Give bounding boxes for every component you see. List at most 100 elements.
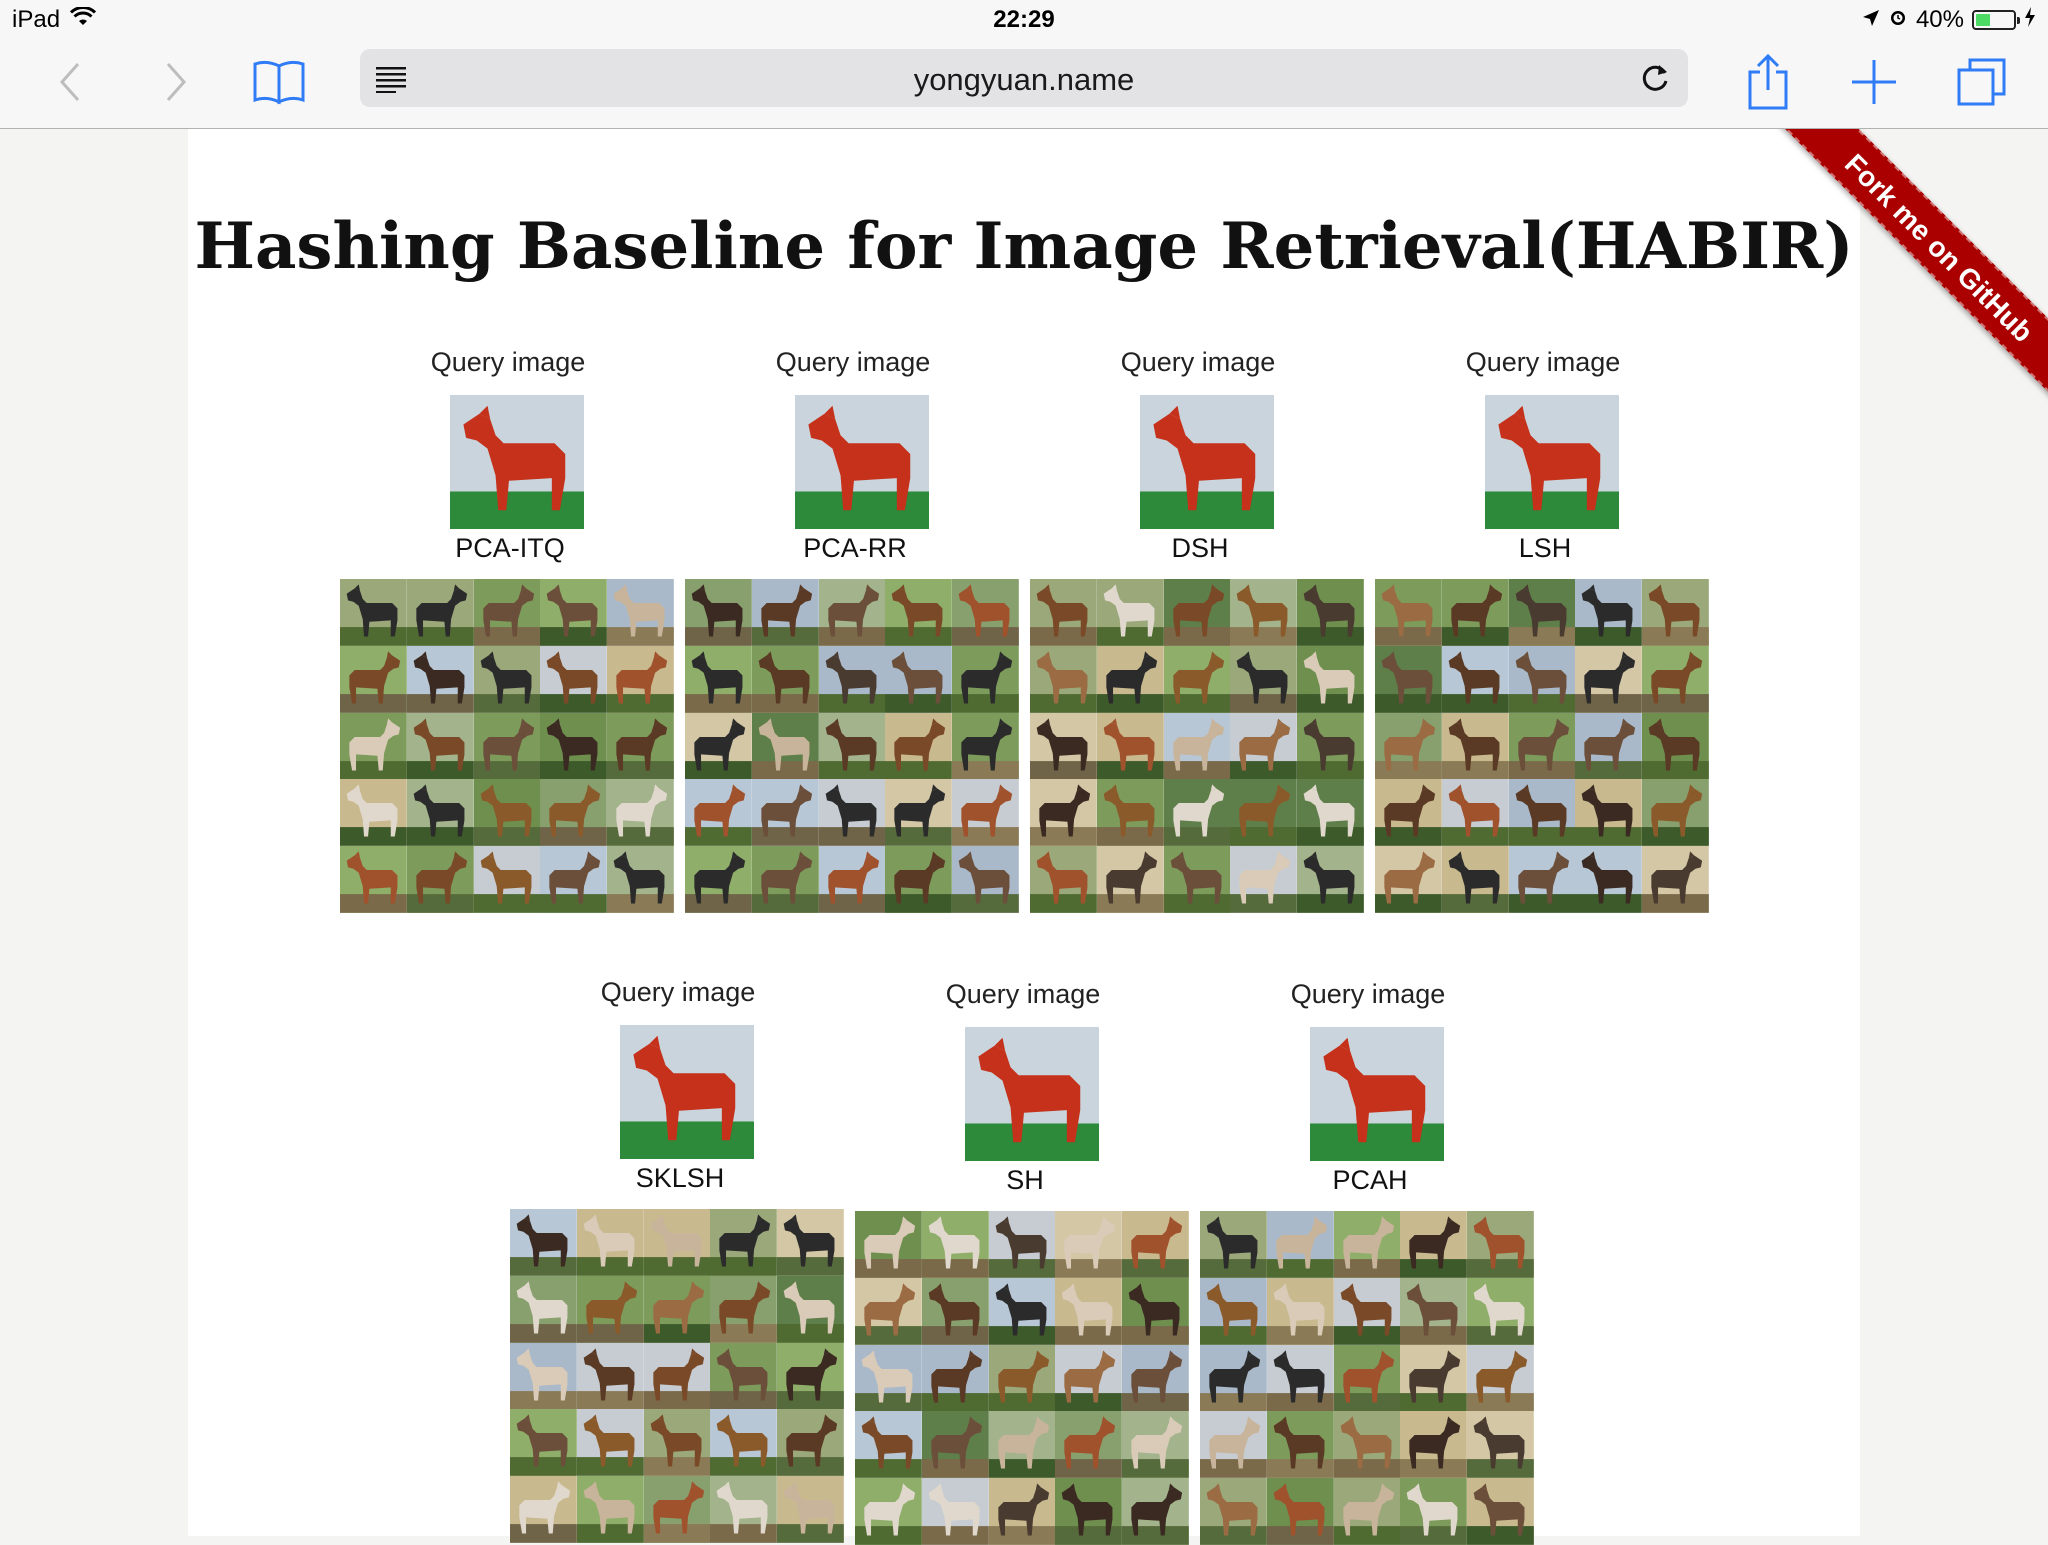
retrieval-grid: [685, 579, 1019, 913]
result-thumbnail: [751, 779, 819, 847]
chevron-right-icon: [166, 63, 187, 101]
forward-button[interactable]: [140, 50, 210, 114]
tabs-button[interactable]: [1947, 50, 2017, 114]
result-panel-dsh: Query image DSH: [1030, 347, 1366, 917]
result-thumbnail: [643, 1275, 711, 1343]
result-thumbnail: [576, 1409, 644, 1477]
result-thumbnail: [751, 579, 819, 646]
result-thumbnail: [1297, 779, 1364, 847]
result-thumbnail: [1400, 1344, 1468, 1412]
result-thumbnail: [751, 645, 819, 713]
result-thumbnail: [1508, 712, 1576, 780]
query-label: Query image: [775, 347, 931, 377]
result-thumbnail: [1575, 846, 1643, 913]
result-thumbnail: [751, 712, 819, 780]
result-thumbnail: [855, 1411, 922, 1479]
result-thumbnail: [406, 846, 474, 913]
result-thumbnail: [1333, 1277, 1401, 1345]
result-thumbnail: [1055, 1478, 1123, 1545]
reload-icon[interactable]: [1638, 61, 1672, 95]
result-thumbnail: [607, 712, 674, 780]
result-panel-pcah: Query image PCAH: [1200, 979, 1536, 1545]
result-thumbnail: [643, 1342, 711, 1410]
result-thumbnail: [921, 1344, 989, 1412]
result-thumbnail: [1375, 712, 1442, 780]
result-thumbnail: [1200, 1277, 1267, 1345]
result-thumbnail: [1266, 1411, 1334, 1479]
result-thumbnail: [540, 579, 608, 646]
result-thumbnail: [818, 712, 886, 780]
result-thumbnail: [406, 579, 474, 646]
battery-icon: [1972, 10, 2020, 30]
result-thumbnail: [1122, 1211, 1189, 1278]
result-thumbnail: [576, 1209, 644, 1276]
result-thumbnail: [710, 1409, 778, 1477]
result-thumbnail: [921, 1411, 989, 1479]
share-button[interactable]: [1733, 50, 1803, 114]
result-thumbnail: [1200, 1344, 1267, 1412]
new-tab-button[interactable]: [1839, 50, 1909, 114]
result-thumbnail: [1096, 779, 1164, 847]
result-thumbnail: [1122, 1277, 1189, 1345]
browser-toolbar: yongyuan.name: [0, 40, 2048, 129]
query-horse-image: [620, 1025, 754, 1159]
result-thumbnail: [1508, 779, 1576, 847]
result-thumbnail: [1467, 1478, 1534, 1545]
result-thumbnail: [1467, 1211, 1534, 1278]
result-thumbnail: [685, 779, 752, 847]
chevron-left-icon: [59, 63, 80, 101]
result-thumbnail: [1055, 1277, 1123, 1345]
result-thumbnail: [1400, 1478, 1468, 1545]
result-thumbnail: [855, 1277, 922, 1345]
status-bar: iPad 22:29 40%: [0, 0, 2048, 40]
result-thumbnail: [1575, 712, 1643, 780]
result-thumbnail: [1030, 579, 1097, 646]
result-thumbnail: [885, 645, 953, 713]
method-label: PCA-RR: [803, 533, 907, 563]
result-thumbnail: [818, 846, 886, 913]
result-thumbnail: [406, 779, 474, 847]
bookmarks-button[interactable]: [244, 50, 314, 114]
result-thumbnail: [510, 1409, 577, 1477]
retrieval-grid: [1200, 1211, 1534, 1545]
result-thumbnail: [818, 645, 886, 713]
result-thumbnail: [607, 645, 674, 713]
result-thumbnail: [1297, 846, 1364, 913]
result-thumbnail: [340, 846, 407, 913]
result-thumbnail: [988, 1411, 1056, 1479]
result-thumbnail: [1400, 1411, 1468, 1479]
result-thumbnail: [885, 846, 953, 913]
retrieval-grid: [855, 1211, 1189, 1545]
result-thumbnail: [1333, 1478, 1401, 1545]
result-thumbnail: [473, 712, 541, 780]
result-thumbnail: [576, 1342, 644, 1410]
result-thumbnail: [1096, 712, 1164, 780]
result-thumbnail: [1163, 846, 1231, 913]
result-thumbnail: [885, 579, 953, 646]
result-thumbnail: [1230, 712, 1298, 780]
result-thumbnail: [1055, 1411, 1123, 1479]
result-thumbnail: [855, 1344, 922, 1412]
result-thumbnail: [777, 1476, 844, 1543]
result-thumbnail: [1030, 645, 1097, 713]
method-label: SKLSH: [635, 1163, 725, 1193]
result-thumbnail: [1163, 645, 1231, 713]
status-time: 22:29: [993, 6, 1055, 33]
result-thumbnail: [1297, 579, 1364, 646]
query-label: Query image: [1465, 347, 1621, 377]
result-panel-pca-itq: Query image PCA-ITQ: [340, 347, 676, 917]
result-thumbnail: [1122, 1478, 1189, 1545]
result-thumbnail: [710, 1275, 778, 1343]
fork-on-github-ribbon[interactable]: Fork me on GitHub: [1780, 129, 2048, 407]
retrieval-grid: [340, 579, 674, 913]
result-thumbnail: [685, 579, 752, 646]
address-bar[interactable]: yongyuan.name: [360, 49, 1688, 107]
result-thumbnail: [1163, 712, 1231, 780]
result-thumbnail: [1441, 712, 1509, 780]
result-thumbnail: [1642, 779, 1709, 847]
result-thumbnail: [1163, 779, 1231, 847]
result-thumbnail: [1266, 1344, 1334, 1412]
result-thumbnail: [777, 1342, 844, 1410]
back-button[interactable]: [36, 50, 106, 114]
result-thumbnail: [643, 1409, 711, 1477]
